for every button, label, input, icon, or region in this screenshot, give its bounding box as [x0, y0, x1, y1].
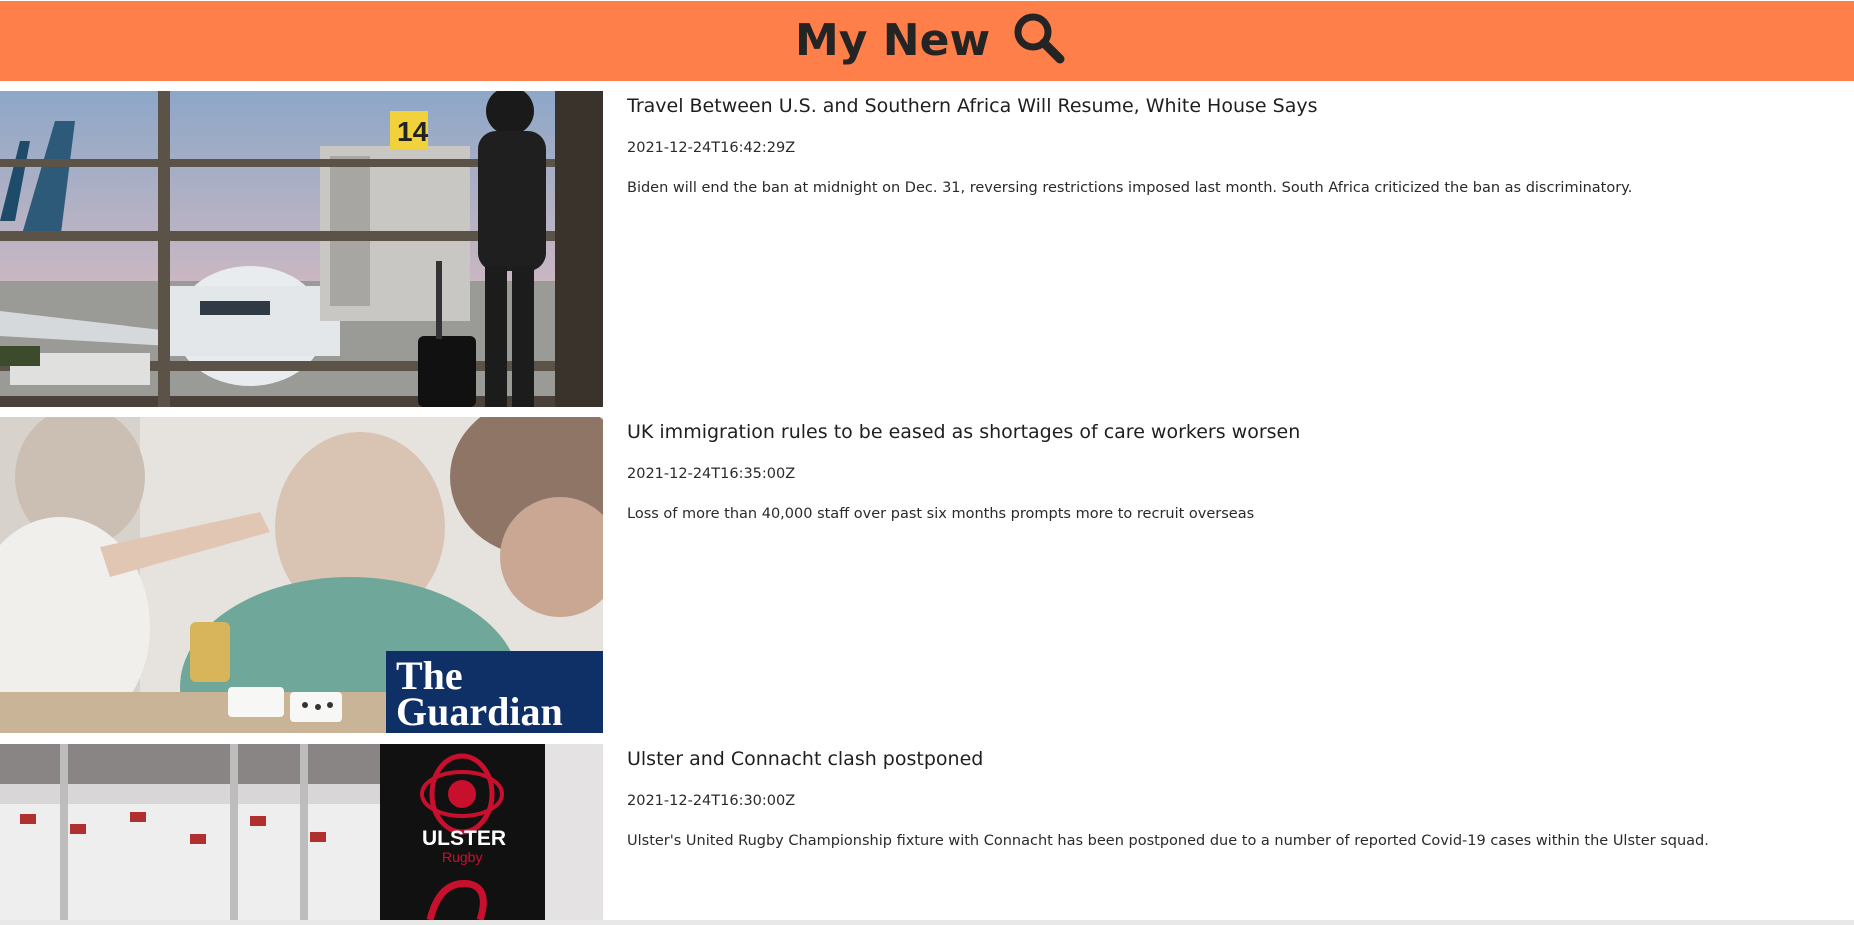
article-published-at: 2021-12-24T16:30:00Z: [627, 793, 796, 809]
article-published-at: 2021-12-24T16:42:29Z: [627, 140, 796, 156]
app-header: My New: [0, 1, 1854, 81]
article-thumbnail-airport[interactable]: 14: [0, 91, 603, 407]
news-article[interactable]: The Guardian UK immigration rules to be …: [0, 417, 1854, 733]
article-thumbnail-rugby[interactable]: ULSTER Rugby: [0, 744, 603, 920]
gate-number: 14: [397, 116, 429, 147]
news-article[interactable]: 14 Travel Between U.S. and Southern Afri…: [0, 91, 1854, 407]
article-thumbnail-care-home[interactable]: The Guardian: [0, 417, 603, 733]
article-description: Loss of more than 40,000 staff over past…: [627, 506, 1255, 522]
guardian-logo-line2: Guardian: [396, 689, 563, 733]
article-title[interactable]: UK immigration rules to be eased as shor…: [627, 421, 1300, 443]
article-published-at: 2021-12-24T16:35:00Z: [627, 466, 796, 482]
ulster-logo-line1: ULSTER: [422, 827, 506, 850]
article-description: Ulster's United Rugby Championship fixtu…: [627, 833, 1709, 849]
news-article[interactable]: ULSTER Rugby Ulster and Connacht clash p…: [0, 744, 1854, 920]
horizontal-scrollbar[interactable]: [0, 920, 1854, 925]
article-title[interactable]: Travel Between U.S. and Southern Africa …: [627, 95, 1317, 117]
search-icon[interactable]: [1010, 9, 1068, 67]
article-description: Biden will end the ban at midnight on De…: [627, 180, 1633, 196]
ulster-logo-line2: Rugby: [442, 849, 482, 865]
article-title[interactable]: Ulster and Connacht clash postponed: [627, 748, 983, 770]
app-title: My New: [795, 15, 991, 66]
